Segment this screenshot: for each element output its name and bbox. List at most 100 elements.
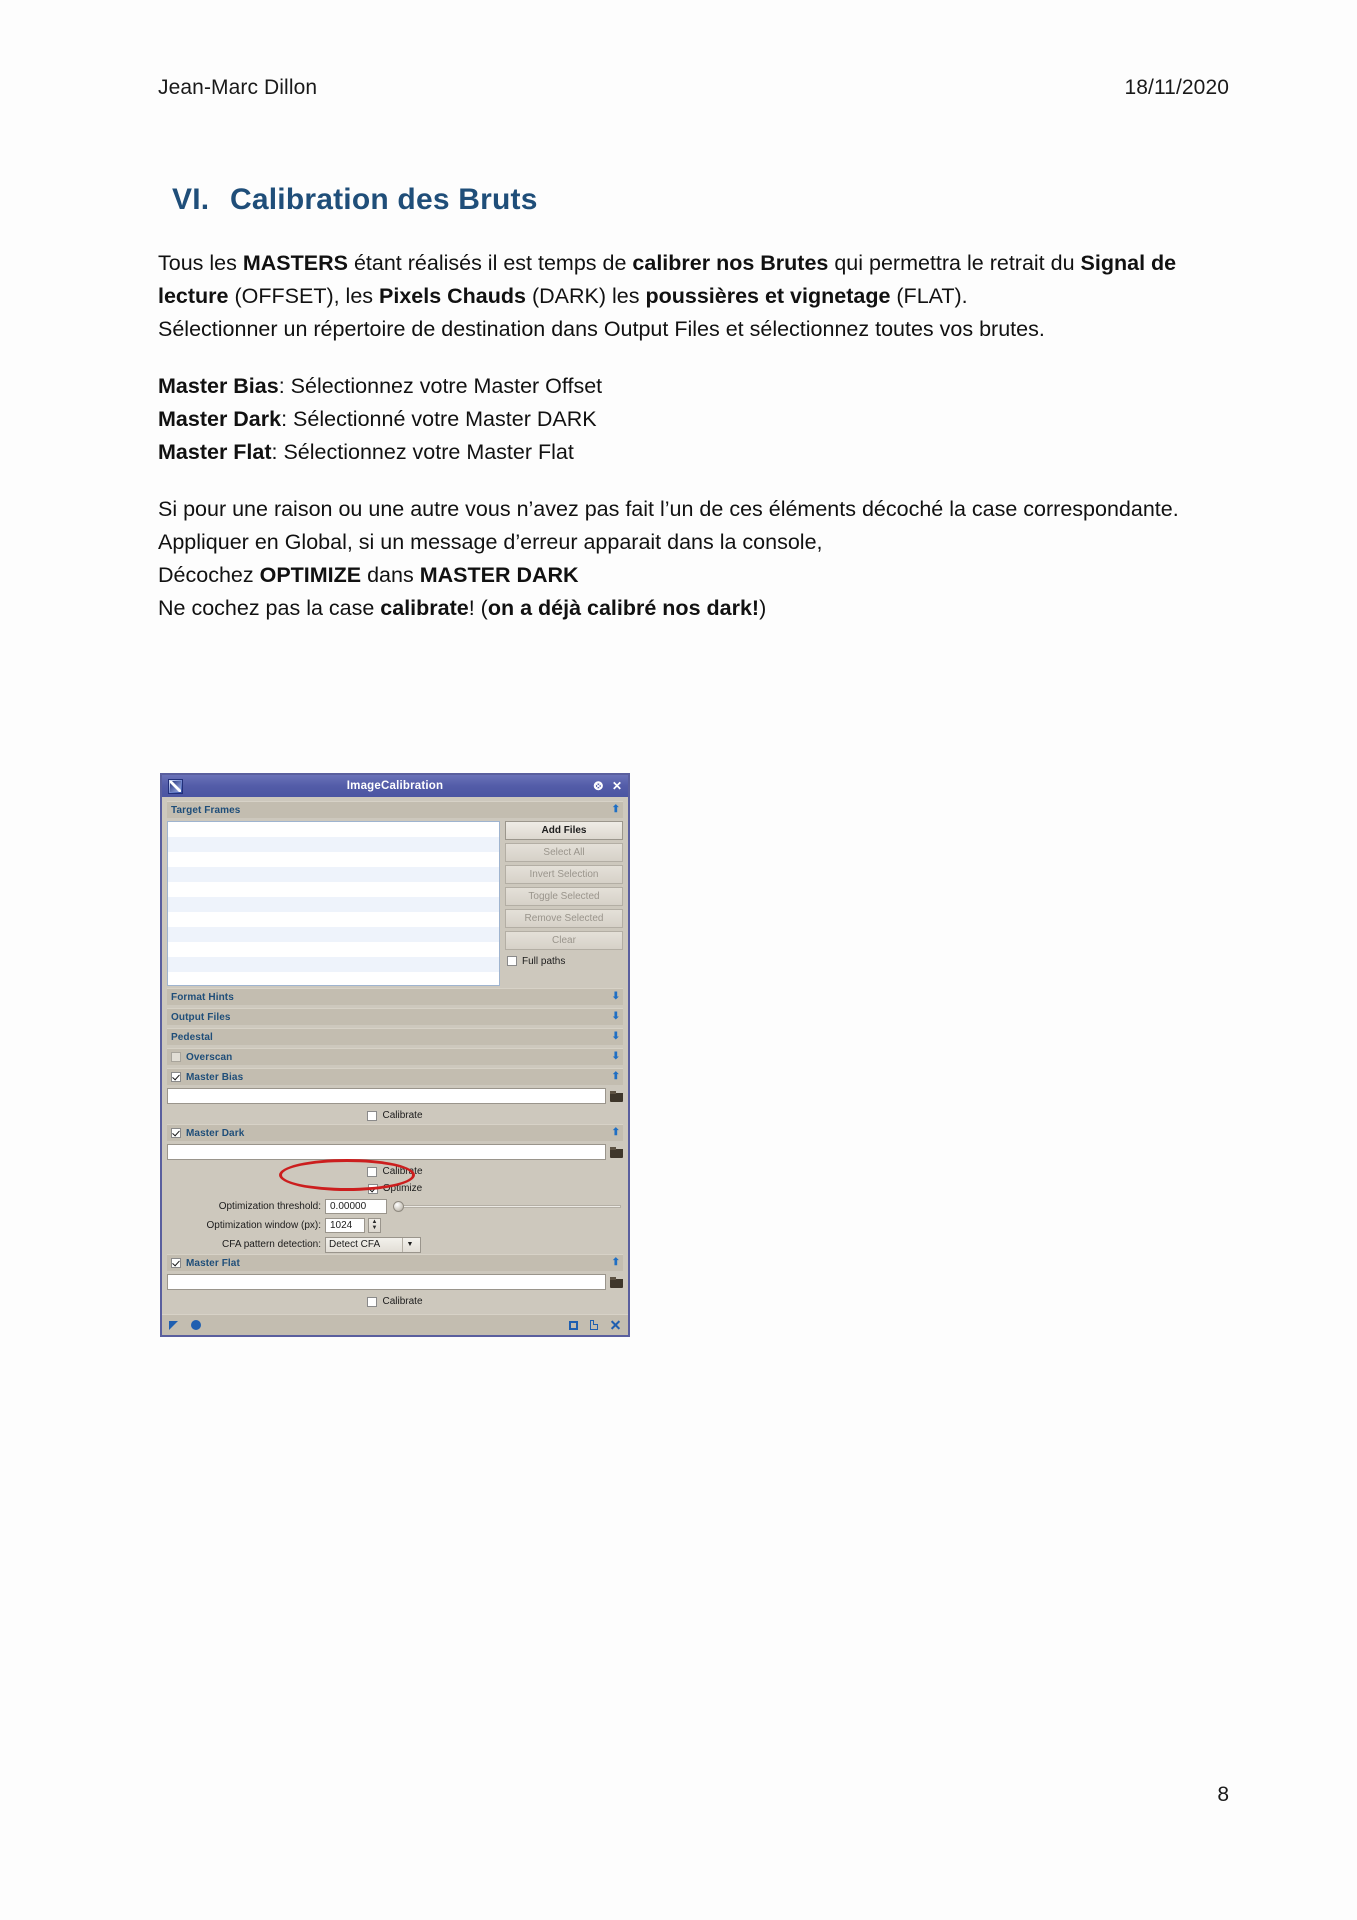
chevron-down-icon[interactable]: ⬇ — [612, 992, 620, 1002]
master-flat-checkbox[interactable] — [171, 1258, 181, 1268]
master-dark-optimize-row[interactable]: Optimize — [167, 1159, 623, 1197]
chevron-up-icon[interactable]: ⬆ — [612, 1258, 620, 1268]
document-header: Jean-Marc Dillon 18/11/2020 — [158, 76, 1229, 100]
heading-text: Calibration des Bruts — [230, 183, 538, 217]
heading-numeral: VI. — [172, 183, 210, 217]
section-output-files-label: Output Files — [171, 1011, 231, 1023]
chevron-down-icon[interactable]: ⬇ — [612, 1032, 620, 1042]
browse-documentation-icon[interactable] — [590, 1320, 598, 1330]
p5-bold-masterdark: MASTER DARK — [419, 563, 579, 587]
collapse-icon[interactable]: ⨷ — [593, 780, 603, 792]
p1-text-c: qui permettra le retrait du — [828, 251, 1081, 275]
master-bias-text: : Sélectionnez votre Master Offset — [278, 374, 603, 398]
p6-bold-deja: on a déjà calibré nos dark! — [487, 596, 760, 620]
chevron-up-icon[interactable]: ⬆ — [612, 1128, 620, 1138]
chevron-down-icon[interactable]: ▼ — [402, 1237, 417, 1252]
master-dark-calibrate-label: Calibrate — [382, 1166, 423, 1177]
chevron-down-icon[interactable]: ⬇ — [612, 1052, 620, 1062]
chevron-up-icon[interactable]: ⬆ — [612, 1072, 620, 1082]
full-paths-row[interactable]: Full paths — [505, 953, 623, 969]
master-flat-calibrate-row[interactable]: Calibrate — [167, 1293, 623, 1310]
master-bias-label: Master Bias — [158, 374, 279, 398]
clear-button[interactable]: Clear — [505, 931, 623, 950]
folder-icon[interactable] — [610, 1276, 623, 1288]
p6-text-b: ! ( — [468, 596, 488, 620]
cfa-pattern-value: Detect CFA — [329, 1239, 381, 1250]
imagecalibration-dialog: ImageCalibration ⨷ ✕ Target Frames ⬆ Add… — [160, 773, 630, 1337]
section-master-dark[interactable]: Master Dark ⬆ — [167, 1124, 623, 1141]
paragraph-decoche: Si pour une raison ou une autre vous n’a… — [158, 497, 1179, 521]
slider-knob[interactable] — [393, 1201, 404, 1212]
invert-selection-button[interactable]: Invert Selection — [505, 865, 623, 884]
toggle-selected-button[interactable]: Toggle Selected — [505, 887, 623, 906]
full-paths-label: Full paths — [522, 955, 566, 967]
section-format-hints-label: Format Hints — [171, 991, 234, 1003]
optimize-checkbox[interactable] — [367, 1183, 378, 1194]
target-frames-list[interactable] — [167, 821, 500, 986]
optimization-window-input[interactable]: 1024 — [325, 1218, 365, 1233]
intro-paragraphs: Tous les MASTERS étant réalisés il est t… — [158, 247, 1229, 346]
p1-text-a: Tous les — [158, 251, 243, 275]
section-master-flat-label: Master Flat — [186, 1257, 240, 1269]
section-master-bias-label: Master Bias — [186, 1071, 244, 1083]
spinner-down-icon[interactable]: ▼ — [372, 1225, 378, 1231]
master-dark-calibrate-row[interactable]: Calibrate — [167, 1163, 623, 1180]
p5-text-a: Décochez — [158, 563, 260, 587]
apply-global-circle-icon[interactable] — [191, 1320, 201, 1330]
master-bias-path-input[interactable] — [167, 1088, 606, 1104]
master-dark-path-row — [167, 1144, 623, 1160]
reset-icon[interactable] — [610, 1320, 621, 1331]
master-dark-checkbox[interactable] — [171, 1128, 181, 1138]
master-flat-label: Master Flat — [158, 440, 272, 464]
cfa-pattern-label: CFA pattern detection: — [222, 1239, 321, 1250]
master-bias-checkbox[interactable] — [171, 1072, 181, 1082]
section-overscan[interactable]: Overscan ⬇ — [167, 1048, 623, 1065]
p1-text-e: (DARK) les — [526, 284, 646, 308]
optimization-threshold-slider[interactable] — [393, 1200, 621, 1213]
cfa-pattern-select[interactable]: Detect CFA ▼ — [325, 1236, 421, 1253]
section-target-frames-label: Target Frames — [171, 804, 241, 816]
optimization-threshold-input[interactable]: 0.00000 — [325, 1199, 387, 1214]
add-files-button[interactable]: Add Files — [505, 821, 623, 840]
p1-text-d: (OFFSET), les — [228, 284, 380, 308]
close-icon[interactable]: ✕ — [612, 780, 622, 792]
chevron-down-icon[interactable]: ⬇ — [612, 1012, 620, 1022]
chevron-up-icon[interactable]: ⬆ — [612, 805, 620, 815]
folder-icon[interactable] — [610, 1090, 623, 1102]
spinner-up-icon[interactable]: ▲ — [372, 1219, 378, 1225]
section-format-hints[interactable]: Format Hints ⬇ — [167, 988, 623, 1005]
master-bias-calibrate-checkbox[interactable] — [367, 1110, 378, 1121]
new-instance-square-icon[interactable] — [569, 1320, 578, 1330]
master-list: Master Bias: Sélectionnez votre Master O… — [158, 370, 1229, 469]
section-master-bias[interactable]: Master Bias ⬆ — [167, 1068, 623, 1085]
master-dark-text: : Sélectionné votre Master DARK — [281, 407, 597, 431]
section-master-flat[interactable]: Master Flat ⬆ — [167, 1254, 623, 1271]
optimization-window-spinner[interactable]: ▲ ▼ — [368, 1218, 381, 1233]
full-paths-checkbox[interactable] — [507, 956, 517, 966]
master-bias-calibrate-row[interactable]: Calibrate — [167, 1107, 623, 1124]
cfa-pattern-row: CFA pattern detection: Detect CFA ▼ — [167, 1235, 623, 1254]
folder-icon[interactable] — [610, 1146, 623, 1158]
select-all-button[interactable]: Select All — [505, 843, 623, 862]
instruction-paragraphs: Si pour une raison ou une autre vous n’a… — [158, 493, 1229, 625]
section-output-files[interactable]: Output Files ⬇ — [167, 1008, 623, 1025]
master-bias-line: Master Bias: Sélectionnez votre Master O… — [158, 370, 1229, 403]
titlebar-buttons: ⨷ ✕ — [593, 780, 622, 792]
master-dark-calibrate-checkbox[interactable] — [367, 1166, 378, 1177]
p1-bold-poussieres: poussières et vignetage — [645, 284, 891, 308]
target-frames-row: Add Files Select All Invert Selection To… — [167, 821, 623, 986]
master-flat-path-input[interactable] — [167, 1274, 606, 1290]
dialog-titlebar[interactable]: ImageCalibration ⨷ ✕ — [162, 775, 628, 797]
remove-selected-button[interactable]: Remove Selected — [505, 909, 623, 928]
section-pedestal[interactable]: Pedestal ⬇ — [167, 1028, 623, 1045]
master-flat-path-row — [167, 1274, 623, 1290]
overscan-checkbox[interactable] — [171, 1052, 181, 1062]
page-title: VI. Calibration des Bruts — [172, 183, 538, 217]
master-flat-calibrate-checkbox[interactable] — [367, 1296, 378, 1307]
optimization-window-label: Optimization window (px): — [206, 1220, 321, 1231]
master-dark-path-input[interactable] — [167, 1144, 606, 1160]
p1-text-f: (FLAT). — [890, 284, 968, 308]
apply-triangle-icon[interactable] — [169, 1320, 178, 1330]
section-target-frames[interactable]: Target Frames ⬆ — [167, 801, 623, 818]
p1-bold-masters: MASTERS — [242, 251, 348, 275]
